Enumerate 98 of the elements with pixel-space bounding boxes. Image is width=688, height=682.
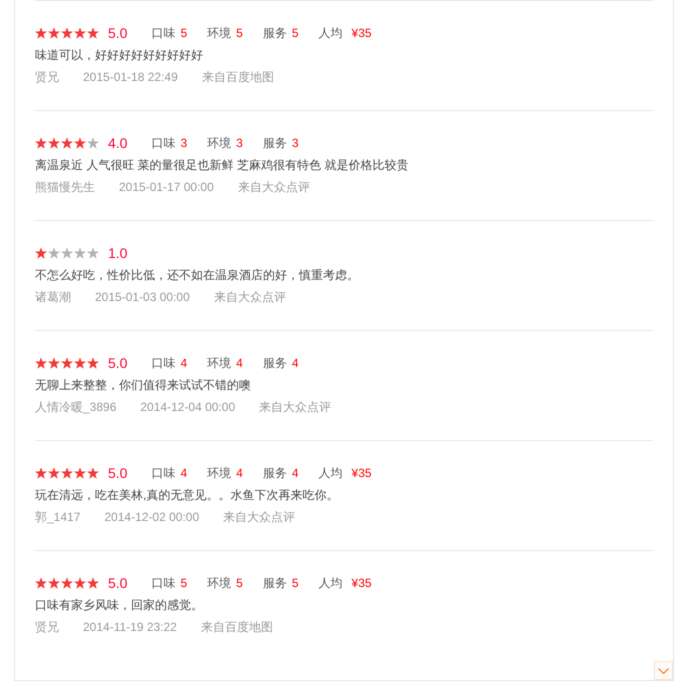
price-value: ¥35 [352,575,372,592]
star-icon [48,467,60,479]
score-value: 4 [292,355,299,372]
score-label: 口味 [151,25,176,42]
star-icon [48,247,60,259]
star-icon [35,357,47,369]
star-icon [61,27,73,39]
reviewer-name: 贤兄 [35,69,59,86]
review-time: 2015-01-17 00:00 [119,179,214,196]
price-value: ¥35 [352,465,372,482]
score-value: 4 [236,465,243,482]
rating-score: 5.0 [108,354,128,372]
star-icon [87,467,99,479]
review-source: 来自大众点评 [238,179,310,196]
review-comment: 不怎么好吃，性价比低，还不如在温泉酒店的好，慎重考虑。 [35,267,359,284]
score-value: 3 [180,135,188,152]
review-time: 2014-12-04 00:00 [140,399,236,416]
star-icon [61,247,73,259]
reviewer-name: 人情冷暖_3896 [35,399,116,416]
review-time: 2014-12-02 00:00 [104,509,200,526]
score-value: 5 [292,575,299,592]
reviewer-name: 熊猫慢先生 [35,179,95,196]
score-label: 口味 [151,465,176,482]
score-label: 环境 [207,465,232,482]
rating-score: 5.0 [108,574,128,592]
review-time: 2014-11-19 23:22 [83,619,177,636]
review-time: 2015-01-18 22:49 [83,69,178,86]
score-value: 5 [292,25,299,42]
star-icon [48,137,60,149]
price-label: 人均 [318,465,343,482]
score-label: 口味 [151,355,176,372]
star-icon [87,137,99,149]
star-icon [35,577,47,589]
score-label: 服务 [262,355,287,372]
star-icon [48,357,60,369]
score-label: 口味 [151,575,176,592]
star-icon [61,467,73,479]
review-comment: 离温泉近 人气很旺 菜的量很足也新鲜 芝麻鸡很有特色 就是价格比较贵 [35,157,408,174]
review-comment: 无聊上来整整，你们值得来试试不错的噢 [35,377,251,394]
review-comment: 味道可以，好好好好好好好好好 [35,47,203,64]
star-icon [61,577,73,589]
star-icon [74,577,86,589]
score-label: 环境 [207,575,232,592]
star-icon [35,467,47,479]
star-icon [61,137,73,149]
rating-score: 5.0 [108,464,128,482]
score-value: 4 [180,465,188,482]
score-label: 服务 [262,25,287,42]
review-source: 来自大众点评 [223,509,296,526]
chevron-down-icon [658,668,669,674]
star-icon [35,247,47,259]
review-source: 来自百度地图 [200,619,273,636]
score-label: 服务 [262,575,287,592]
star-icon [48,577,60,589]
score-value: 3 [292,135,299,152]
star-icon [87,247,99,259]
score-value: 3 [236,135,243,152]
score-label: 环境 [207,25,232,42]
star-icon [87,577,99,589]
score-value: 5 [180,575,188,592]
star-icon [74,467,86,479]
score-value: 4 [180,355,188,372]
star-icon [74,137,86,149]
score-value: 4 [292,465,299,482]
scroll-down-button[interactable] [654,661,673,680]
rating-score: 5.0 [108,24,128,42]
star-icon [48,27,60,39]
star-icon [61,357,73,369]
score-label: 服务 [262,135,287,152]
score-value: 5 [236,575,243,592]
reviewer-name: 诸葛潮 [35,289,71,306]
review-comment: 玩在清远，吃在美林,真的无意见。。水鱼下次再来吃你。 [35,487,338,504]
review-comment: 口味有家乡风味，回家的感觉。 [35,597,203,614]
star-icon [74,357,86,369]
star-icon [87,357,99,369]
price-label: 人均 [318,575,343,592]
score-value: 5 [180,25,188,42]
score-label: 服务 [262,465,287,482]
star-icon [35,137,47,149]
score-value: 4 [236,355,243,372]
score-label: 环境 [207,355,232,372]
review-source: 来自大众点评 [214,289,286,306]
star-icon [74,27,86,39]
price-value: ¥35 [352,25,372,42]
rating-score: 1.0 [108,244,128,262]
score-label: 口味 [151,135,176,152]
review-source: 来自百度地图 [202,69,274,86]
price-label: 人均 [318,25,343,42]
review-source: 来自大众点评 [259,399,332,416]
star-icon [74,247,86,259]
score-value: 5 [236,25,243,42]
score-label: 环境 [207,135,232,152]
star-icon [35,27,47,39]
reviewer-name: 贤兄 [35,619,59,636]
reviewer-name: 郭_1417 [35,509,80,526]
star-icon [87,27,99,39]
review-time: 2015-01-03 00:00 [95,289,190,306]
rating-score: 4.0 [108,134,128,152]
